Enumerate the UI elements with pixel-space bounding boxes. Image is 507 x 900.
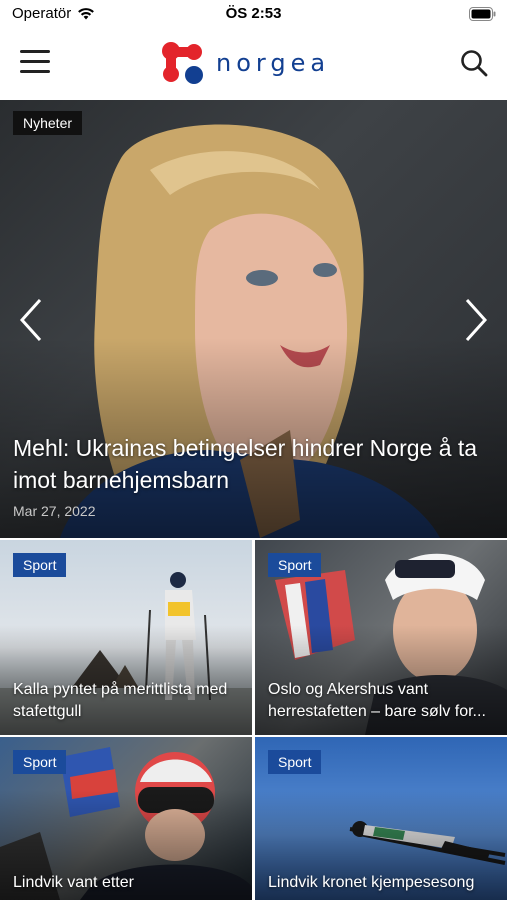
category-badge[interactable]: Sport	[13, 750, 67, 774]
card-title[interactable]: Lindvik kronet kjempesesong	[268, 872, 497, 894]
article-card[interactable]: Sport Kalla pyntet på merittlista med st…	[0, 540, 252, 735]
category-badge[interactable]: Sport	[268, 750, 322, 774]
hero-date: Mar 27, 2022	[13, 503, 96, 519]
status-time: ÖS 2:53	[225, 5, 282, 22]
category-badge[interactable]: Sport	[13, 553, 67, 577]
category-badge[interactable]: Sport	[268, 553, 322, 577]
status-bar: Operatör ÖS 2:53	[0, 0, 507, 28]
category-badge[interactable]: Nyheter	[13, 111, 83, 135]
card-title[interactable]: Kalla pyntet på merittlista med stafettg…	[13, 679, 242, 723]
chevron-left-icon[interactable]	[16, 296, 46, 344]
article-card[interactable]: Sport Lindvik vant etter	[0, 737, 252, 900]
app-logo[interactable]: norgea	[160, 38, 330, 88]
card-title[interactable]: Oslo og Akershus vant herrestafetten – b…	[268, 679, 497, 723]
menu-button[interactable]	[20, 50, 50, 76]
hero-article[interactable]: Nyheter Mehl: Ukrainas betingelser hindr…	[0, 100, 507, 538]
app-header: norgea	[0, 28, 507, 101]
logo-mark-icon	[162, 42, 203, 84]
menu-icon	[20, 50, 50, 53]
logo-text: norgea	[216, 49, 331, 77]
search-icon[interactable]	[459, 48, 489, 78]
battery-icon	[469, 7, 496, 21]
article-card[interactable]: Sport Oslo og Akershus vant herrestafett…	[255, 540, 507, 735]
hero-headline[interactable]: Mehl: Ukrainas betingelser hindrer Norge…	[13, 432, 493, 496]
card-title[interactable]: Lindvik vant etter	[13, 872, 242, 894]
article-card[interactable]: Sport Lindvik kronet kjempesesong	[255, 737, 507, 900]
chevron-right-icon[interactable]	[461, 296, 491, 344]
